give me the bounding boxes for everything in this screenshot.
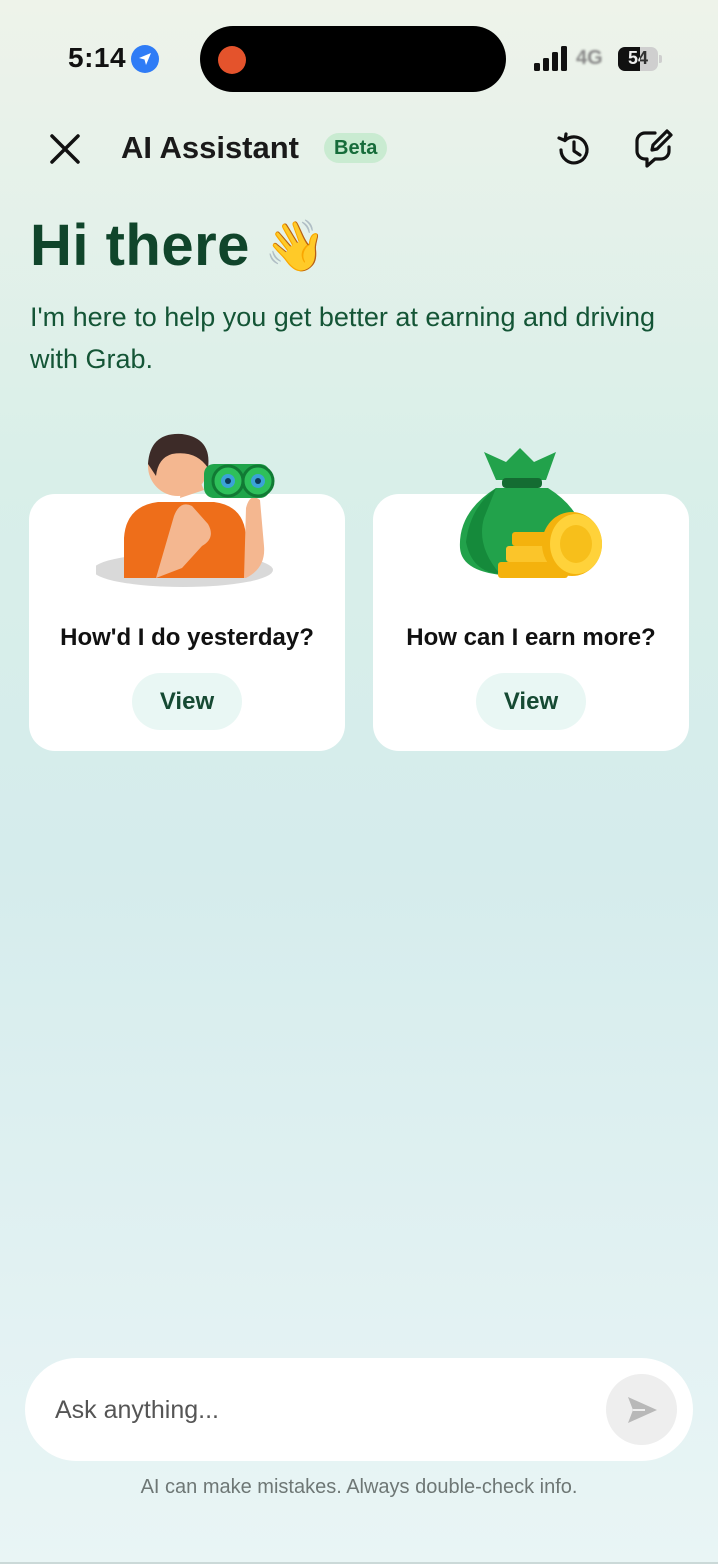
card-title: How'd I do yesterday?	[60, 624, 314, 651]
network-type: 4G	[576, 47, 603, 69]
history-icon	[557, 132, 589, 165]
close-button[interactable]	[42, 126, 88, 172]
signal-strength-icon	[534, 46, 567, 71]
header: AI Assistant Beta	[0, 112, 718, 184]
battery-icon: 54	[618, 47, 662, 71]
waving-hand-icon: 👋	[263, 217, 327, 274]
greeting: Hi there 👋	[30, 212, 326, 279]
binoculars-person-illustration	[96, 433, 275, 587]
money-bag-coins-illustration	[459, 448, 602, 578]
location-arrow-icon	[131, 45, 159, 73]
beta-badge: Beta	[324, 133, 388, 163]
ai-disclaimer: AI can make mistakes. Always double-chec…	[140, 1476, 578, 1498]
close-icon	[50, 134, 80, 164]
view-button[interactable]: View	[132, 673, 242, 730]
page-title: AI Assistant	[121, 130, 300, 165]
history-button[interactable]	[550, 126, 598, 174]
chat-input-bar	[25, 1358, 693, 1461]
recording-indicator	[218, 46, 246, 74]
battery-level: 54	[627, 48, 649, 68]
chat-input[interactable]	[55, 1388, 595, 1432]
greeting-title: Hi there	[30, 213, 250, 278]
new-chat-button[interactable]	[630, 124, 678, 172]
greeting-subtitle: I'm here to help you get better at earni…	[30, 302, 656, 374]
send-icon	[627, 1396, 657, 1423]
status-time: 5:14	[68, 42, 127, 73]
status-bar: 5:14 4G 54	[0, 0, 718, 110]
view-button[interactable]: View	[476, 673, 586, 730]
send-button[interactable]	[606, 1374, 677, 1445]
dynamic-island	[200, 26, 506, 92]
edit-chat-icon	[635, 129, 673, 168]
card-title: How can I earn more?	[406, 624, 656, 651]
